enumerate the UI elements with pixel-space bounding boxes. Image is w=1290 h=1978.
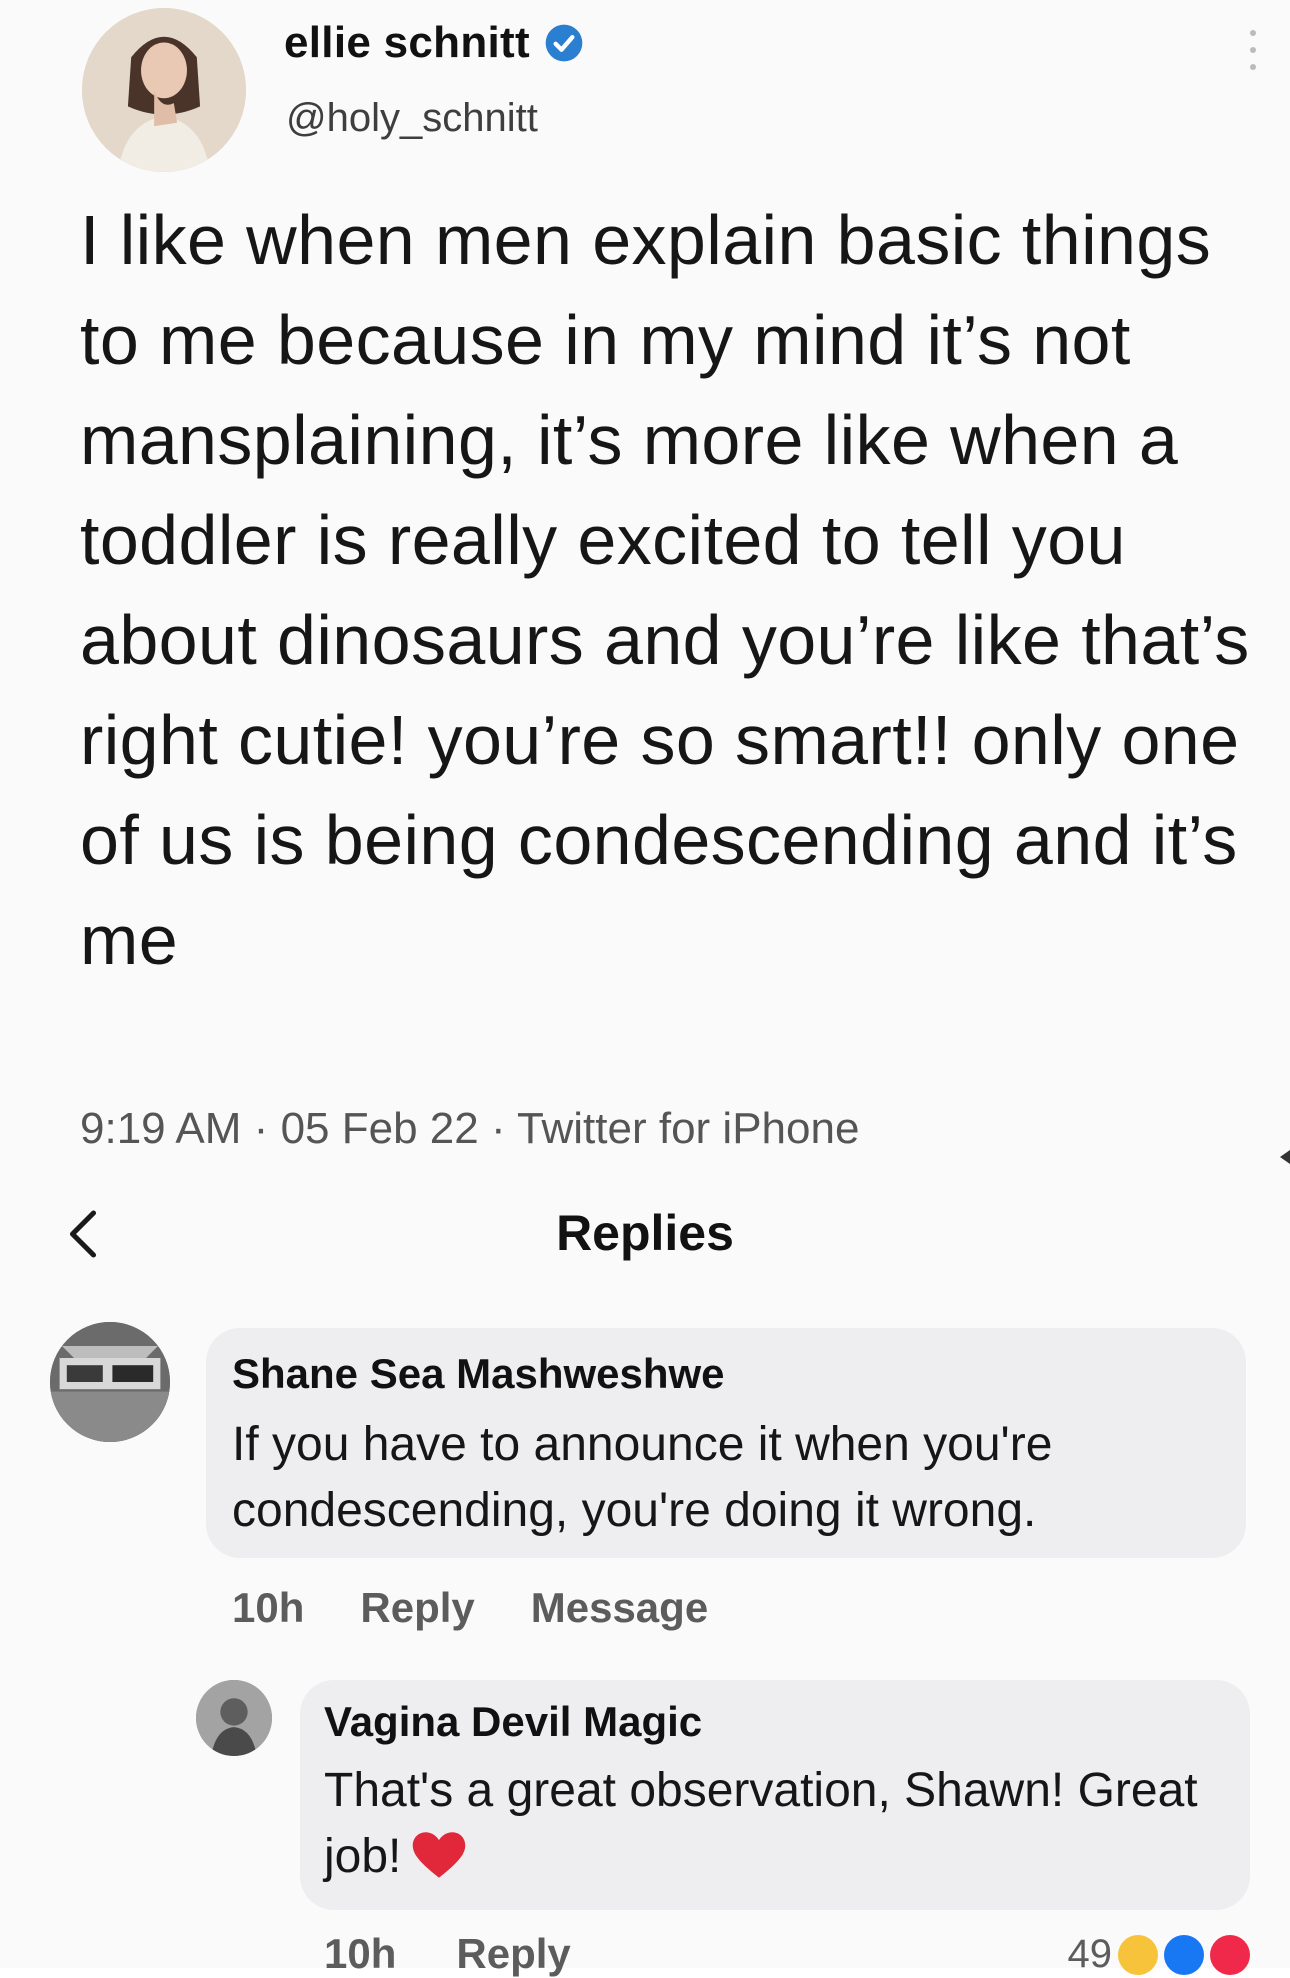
tweet-time[interactable]: 9:19 AM [80,1104,241,1153]
message-button[interactable]: Message [531,1584,708,1632]
avatar-photo-icon [50,1322,170,1442]
reply-button[interactable]: Reply [360,1584,474,1632]
comment-author-avatar[interactable] [196,1680,272,1756]
tweet-author-name[interactable]: ellie schnitt [284,18,530,68]
love-icon [1210,1934,1250,1975]
tweet-author-row: ellie schnitt [284,18,584,68]
meta-separator: · [253,1104,269,1153]
haha-icon [1118,1934,1158,1975]
verified-check-icon [545,24,583,62]
comment-actions: 10h Reply [324,1930,571,1978]
tweet-author-avatar[interactable] [82,8,246,172]
comment-actions: 10h Reply Message [232,1584,708,1632]
tweet-metadata: 9:19 AM · 05 Feb 22 · Twitter for iPhone [80,1104,859,1154]
comment-author-name[interactable]: Vagina Devil Magic [324,1698,702,1746]
replies-title: Replies [556,1205,734,1261]
more-options-icon[interactable] [1250,30,1262,70]
comment-author-name[interactable]: Shane Sea Mashweshwe [232,1350,725,1398]
avatar-photo-icon [82,8,246,172]
tweet-source[interactable]: Twitter for iPhone [517,1104,859,1153]
reaction-summary[interactable]: 49 [1067,1932,1250,1977]
comment-text: If you have to announce it when you're c… [232,1418,1053,1537]
red-heart-icon [413,1832,466,1878]
tweet-author-handle[interactable]: @holy_schnitt [286,96,538,141]
comment-author-avatar[interactable] [50,1322,170,1442]
tweet-date[interactable]: 05 Feb 22 [281,1104,479,1153]
comment-age: 10h [232,1584,305,1631]
reply-button[interactable]: Reply [456,1930,570,1978]
edge-arrow-icon [1280,1150,1290,1164]
like-icon [1164,1934,1204,1975]
comment-age: 10h [324,1930,397,1977]
avatar-photo-icon [196,1680,272,1756]
reaction-count: 49 [1067,1932,1113,1976]
meta-separator: · [490,1104,506,1153]
chevron-left-icon[interactable] [58,1204,108,1264]
screenshot-frame: ellie schnitt @holy_schnitt I like when … [0,0,1290,1977]
comment-text-wrapper: That's a great observation, Shawn! Great… [324,1758,1224,1890]
tweet-body-text: I like when men explain basic things to … [80,201,1250,979]
